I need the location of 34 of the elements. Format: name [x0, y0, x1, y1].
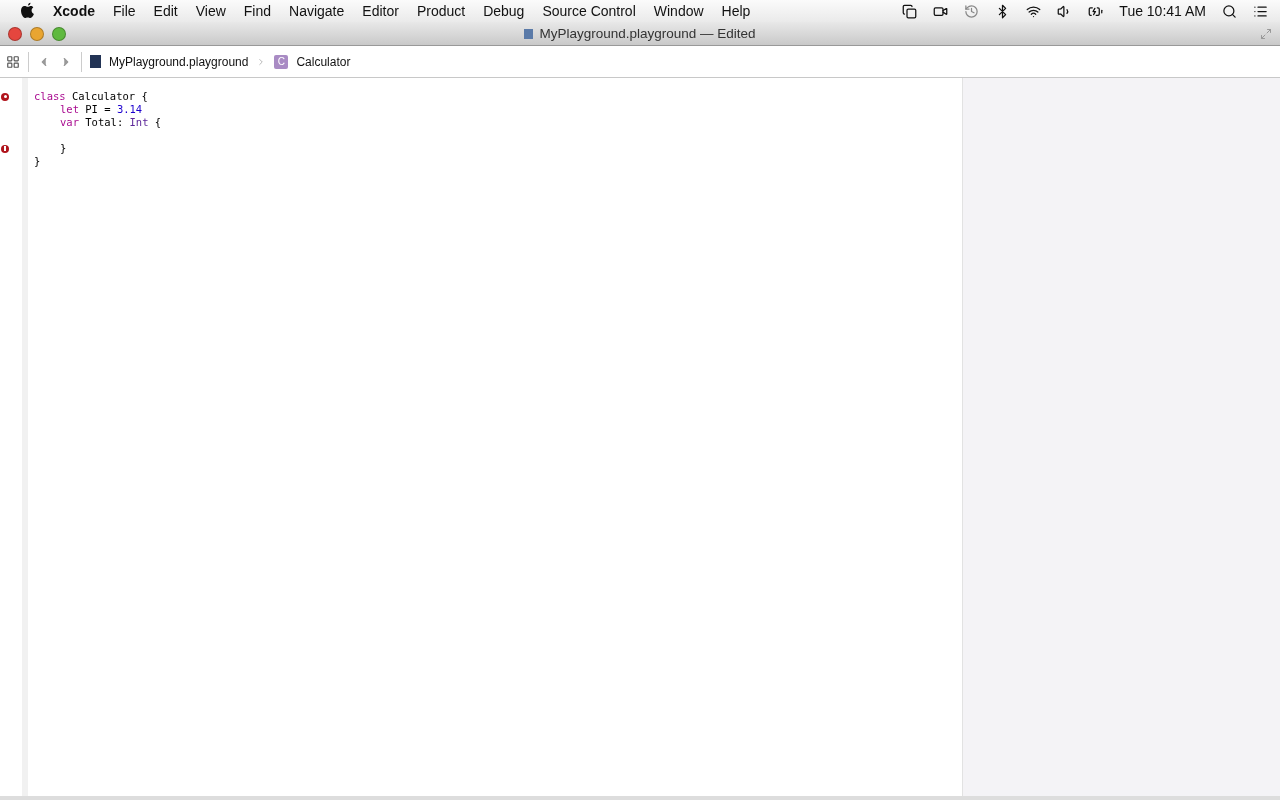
code-line: } — [60, 142, 67, 155]
code-line: let PI = 3.14 — [60, 103, 143, 116]
breadcrumb-symbol[interactable]: Calculator — [296, 54, 351, 69]
menu-item[interactable]: Product — [407, 3, 475, 19]
menu-item[interactable]: Editor — [353, 3, 408, 19]
menu-item[interactable]: Window — [644, 3, 713, 19]
file-icon — [90, 55, 101, 68]
app-menu[interactable]: Xcode — [44, 3, 104, 19]
apple-logo-icon[interactable] — [20, 2, 36, 20]
menu-item[interactable]: File — [104, 3, 145, 19]
window-title: MyPlayground.playground — Edited — [539, 26, 756, 41]
menu-item[interactable]: Navigate — [280, 3, 354, 19]
code-line: var Total: Int { — [60, 116, 162, 129]
close-button[interactable] — [8, 26, 22, 41]
code-line: } — [34, 155, 41, 168]
menu-item[interactable]: Source Control — [533, 3, 645, 19]
menu-item[interactable]: Help — [712, 3, 760, 19]
error-marker-icon[interactable] — [1, 144, 9, 153]
wifi-icon[interactable] — [1026, 3, 1042, 19]
zoom-button[interactable] — [52, 26, 66, 41]
search-icon[interactable] — [1222, 3, 1237, 19]
breadcrumb-file[interactable]: MyPlayground.playground — [109, 54, 249, 69]
minimize-button[interactable] — [30, 26, 44, 41]
class-badge: C — [274, 54, 289, 69]
list-icon[interactable] — [1253, 3, 1268, 19]
menu-item[interactable]: Edit — [144, 3, 187, 19]
menu-item[interactable]: Find — [234, 3, 281, 19]
menu-clock[interactable]: Tue 10:41 AM — [1119, 3, 1206, 19]
menu-item[interactable]: Debug — [474, 3, 534, 19]
grid-icon[interactable] — [6, 54, 20, 69]
error-marker-icon[interactable] — [1, 92, 9, 101]
menu-item[interactable]: View — [186, 3, 235, 19]
document-icon — [524, 28, 534, 39]
code-line: class Calculator { — [34, 90, 148, 103]
